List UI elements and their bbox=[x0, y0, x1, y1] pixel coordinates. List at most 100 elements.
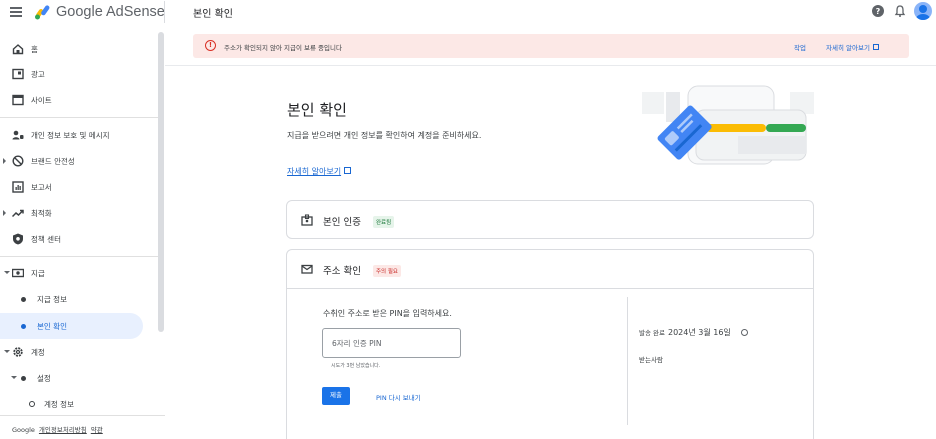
mail-icon bbox=[301, 264, 313, 274]
learn-more-label: 자세히 알아보기 bbox=[287, 167, 342, 176]
recipient-label: 받는사람 bbox=[639, 356, 663, 364]
collapse-arrow-icon bbox=[4, 350, 10, 353]
sidebar-item-label: 보고서 bbox=[31, 182, 52, 192]
sidebar: 홈 광고 사이트 개인 정보 보호 및 메시지 브랜드 안전성 보고서 최적화 … bbox=[0, 24, 165, 439]
alert-learn-more-link[interactable]: 자세히 알아보기 bbox=[826, 42, 879, 52]
header-divider bbox=[165, 65, 936, 66]
expand-arrow-icon bbox=[3, 158, 6, 164]
resend-pin-button[interactable]: PIN 다시 보내기 bbox=[376, 392, 421, 402]
gear-icon bbox=[13, 347, 23, 357]
identity-illustration bbox=[642, 85, 814, 165]
alert-message: 주소가 확인되지 않아 지급이 보류 중입니다 bbox=[224, 44, 342, 52]
sidebar-item-label: 지급 정보 bbox=[37, 294, 67, 304]
collapse-arrow-icon bbox=[11, 376, 17, 379]
vertical-divider bbox=[627, 297, 628, 425]
sidebar-item-label: 정책 센터 bbox=[31, 234, 61, 244]
ads-icon bbox=[12, 68, 24, 80]
sidebar-footer: Google 개인정보처리방침 약관 bbox=[0, 415, 165, 439]
sidebar-item-label: 홈 bbox=[31, 44, 38, 54]
open-in-new-icon bbox=[872, 44, 879, 50]
page-title: 본인 확인 bbox=[287, 101, 347, 119]
expand-arrow-icon bbox=[3, 210, 6, 216]
privacy-policy-link[interactable]: 개인정보처리방침 bbox=[39, 426, 87, 434]
footer-google: Google bbox=[12, 426, 35, 434]
trending-up-icon bbox=[12, 209, 24, 218]
sidebar-item-label: 광고 bbox=[31, 69, 45, 79]
sidebar-item-label: 사이트 bbox=[31, 95, 52, 105]
sidebar-item-privacy-messaging[interactable]: 개인 정보 보호 및 메시지 bbox=[0, 122, 152, 148]
sidebar-item-home[interactable]: 홈 bbox=[0, 36, 152, 62]
status-badge-complete: 완료됨 bbox=[373, 216, 395, 228]
open-in-new-icon bbox=[344, 167, 352, 174]
account-avatar[interactable] bbox=[914, 2, 932, 20]
alert-learn-more-label: 자세히 알아보기 bbox=[826, 44, 870, 52]
brand-name: Google AdSense bbox=[56, 4, 165, 20]
collapse-arrow-icon bbox=[4, 271, 10, 274]
sidebar-item-payments-info[interactable]: 지급 정보 bbox=[0, 286, 152, 312]
sent-status: 발송 완료 2024년 3월 16일 bbox=[639, 327, 748, 338]
adsense-logo-icon bbox=[35, 5, 50, 20]
notifications-icon[interactable] bbox=[893, 4, 907, 18]
home-icon bbox=[12, 44, 24, 55]
address-card-title: 주소 확인 bbox=[323, 266, 361, 277]
address-card-header[interactable]: 주소 확인 주의 필요 bbox=[287, 250, 813, 288]
identity-card-header[interactable]: 본인 인증 완료됨 bbox=[287, 201, 813, 239]
info-icon[interactable] bbox=[740, 329, 748, 336]
sidebar-divider bbox=[0, 256, 158, 257]
payments-icon bbox=[12, 268, 24, 278]
badge-icon bbox=[301, 214, 313, 226]
sent-date: 2024년 3월 16일 bbox=[668, 328, 731, 337]
bullet-ring-icon bbox=[29, 401, 35, 407]
status-badge-attention: 주의 필요 bbox=[373, 265, 401, 277]
sidebar-item-payments[interactable]: 지급 bbox=[0, 260, 152, 286]
sidebar-item-sites[interactable]: 사이트 bbox=[0, 87, 152, 113]
sent-label: 발송 완료 bbox=[639, 329, 665, 337]
sidebar-item-label: 지급 bbox=[31, 268, 45, 278]
identity-verification-card[interactable]: 본인 인증 완료됨 bbox=[286, 200, 814, 239]
sidebar-item-settings[interactable]: 설정 bbox=[0, 365, 152, 391]
submit-button[interactable]: 제출 bbox=[322, 387, 350, 405]
payment-hold-alert: ! 주소가 확인되지 않아 지급이 보류 중입니다 작업 자세히 알아보기 bbox=[193, 34, 909, 58]
sidebar-item-policy-center[interactable]: 정책 센터 bbox=[0, 226, 152, 252]
sidebar-item-label: 계정 bbox=[31, 347, 45, 357]
bullet-icon bbox=[21, 376, 26, 381]
svg-text:?: ? bbox=[876, 7, 881, 16]
help-icon[interactable]: ? bbox=[871, 4, 885, 18]
page-subtitle: 지급을 받으려면 개인 정보를 확인하여 계정을 준비하세요. bbox=[287, 131, 482, 140]
sidebar-item-reports[interactable]: 보고서 bbox=[0, 174, 152, 200]
error-icon: ! bbox=[205, 40, 216, 51]
sidebar-item-ads[interactable]: 광고 bbox=[0, 61, 152, 87]
sidebar-item-brand-safety[interactable]: 브랜드 안전성 bbox=[0, 148, 152, 174]
brand-divider bbox=[164, 1, 165, 23]
pin-input[interactable] bbox=[322, 328, 461, 358]
sidebar-item-label: 본인 확인 bbox=[37, 321, 67, 331]
bullet-icon bbox=[21, 297, 26, 302]
alert-action-link[interactable]: 작업 bbox=[794, 42, 806, 52]
attempts-hint: 시도가 3번 남았습니다. bbox=[331, 363, 381, 369]
reports-icon bbox=[12, 181, 24, 193]
learn-more-link[interactable]: 자세히 알아보기 bbox=[287, 166, 352, 177]
block-icon bbox=[12, 155, 24, 167]
policy-shield-icon bbox=[13, 233, 23, 245]
sidebar-item-label: 설정 bbox=[37, 373, 51, 383]
sidebar-divider bbox=[0, 117, 158, 118]
top-bar: Google AdSense 본인 확인 ? bbox=[0, 0, 936, 24]
menu-icon[interactable] bbox=[9, 5, 23, 19]
sidebar-item-label: 개인 정보 보호 및 메시지 bbox=[31, 130, 110, 140]
sidebar-item-identity-verification[interactable]: 본인 확인 bbox=[0, 313, 143, 339]
sidebar-item-label: 최적화 bbox=[31, 208, 52, 218]
sidebar-item-account-info[interactable]: 계정 정보 bbox=[0, 391, 152, 417]
sidebar-item-label: 계정 정보 bbox=[44, 399, 74, 409]
sidebar-item-account[interactable]: 계정 bbox=[0, 339, 152, 365]
sites-icon bbox=[12, 94, 24, 106]
page-header-title: 본인 확인 bbox=[193, 9, 233, 20]
identity-card-title: 본인 인증 bbox=[323, 217, 361, 228]
privacy-messaging-icon bbox=[12, 130, 24, 140]
card-divider bbox=[287, 288, 813, 289]
pin-prompt: 수취인 주소로 받은 PIN을 입력하세요. bbox=[323, 309, 452, 318]
sidebar-item-optimization[interactable]: 최적화 bbox=[0, 200, 152, 226]
sidebar-item-label: 브랜드 안전성 bbox=[31, 156, 75, 166]
bullet-icon bbox=[21, 324, 26, 329]
sidebar-scrollbar[interactable] bbox=[158, 32, 164, 332]
terms-link[interactable]: 약관 bbox=[91, 426, 103, 434]
